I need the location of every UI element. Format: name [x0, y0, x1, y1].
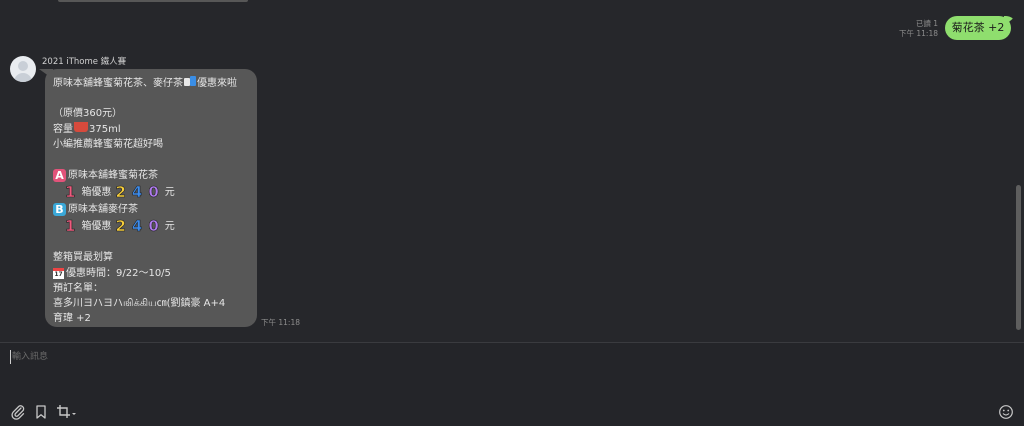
message-line: 原味本舖蜂蜜菊花茶、麥仔茶 優惠來啦: [53, 76, 237, 89]
chat-scrollbar[interactable]: [1016, 185, 1021, 330]
avatar-body-shape: [14, 73, 32, 82]
incoming-message-text: 原味本舖蜂蜜菊花茶、麥仔茶 優惠來啦 （原價360元） 容量 375ml 小編推薦蜂…: [53, 76, 253, 326]
recommend-line: 小編推薦蜂蜜菊花超好喝: [53, 138, 163, 150]
digit-1-icon: 1: [65, 183, 76, 202]
outgoing-time: 下午 11:18: [899, 29, 938, 38]
digit-4-icon: 4: [131, 183, 143, 202]
letter-a-icon: A: [53, 169, 66, 183]
digit-2-icon: 2: [115, 217, 126, 236]
item-a-row: A 原味本舖蜂蜜菊花茶: [53, 167, 253, 184]
bulk-line: 整箱買最划算: [53, 252, 113, 264]
outgoing-meta: 已讀 1 下午 11:18: [899, 19, 938, 39]
order-names: 喜多川ヨハヨハஙிக்கிய㎝(劉鎮豪 A+4: [53, 297, 226, 309]
item-b-price-row: 1 箱優惠 2 4 0 元: [65, 217, 175, 236]
item-a-name: 原味本舖蜂蜜菊花茶: [68, 170, 158, 182]
message-input[interactable]: [12, 350, 912, 364]
digit-2-icon: 2: [115, 183, 126, 202]
sender-name: 2021 iThome 鐵人賽: [42, 57, 127, 67]
digit-4-icon: 4: [131, 217, 143, 236]
calendar-icon: 17: [53, 267, 64, 279]
avatar-head-shape: [18, 61, 28, 71]
basket-icon: [74, 121, 88, 132]
original-price: （原價360元）: [53, 108, 123, 120]
paperclip-icon[interactable]: [10, 404, 26, 420]
incoming-time: 下午 11:18: [261, 318, 300, 327]
letter-b-icon: B: [53, 203, 66, 217]
read-status: 已讀 1: [915, 19, 938, 28]
item-a-price-row: 1 箱優惠 2 4 0 元: [65, 183, 175, 202]
emoji-icon[interactable]: [998, 404, 1014, 420]
sender-avatar[interactable]: [10, 56, 36, 82]
previous-message-edge: [58, 0, 248, 2]
order-names-2: 育瑋 +2: [53, 313, 91, 325]
period-line: 17 優惠時間：9/22～10/5: [53, 267, 171, 279]
outgoing-message-bubble[interactable]: 菊花茶 +2: [945, 16, 1011, 40]
bookmark-icon[interactable]: [33, 404, 49, 420]
item-b-name: 原味本舖麥仔茶: [68, 204, 138, 216]
capacity-line: 容量 375ml: [53, 121, 121, 135]
crop-icon[interactable]: [56, 404, 76, 420]
digit-0-icon: 0: [148, 183, 159, 202]
digit-0-icon: 0: [148, 217, 159, 236]
digit-1-icon: 1: [65, 217, 76, 236]
tea-bottle-icon: [184, 76, 196, 86]
chat-area: 已讀 1 下午 11:18 菊花茶 +2 2021 iThome 鐵人賽 原味本…: [0, 0, 1024, 342]
item-b-row: B 原味本舖麥仔茶: [53, 201, 253, 218]
text-caret: [10, 350, 11, 364]
order-list-label: 預訂名單：: [53, 282, 103, 294]
